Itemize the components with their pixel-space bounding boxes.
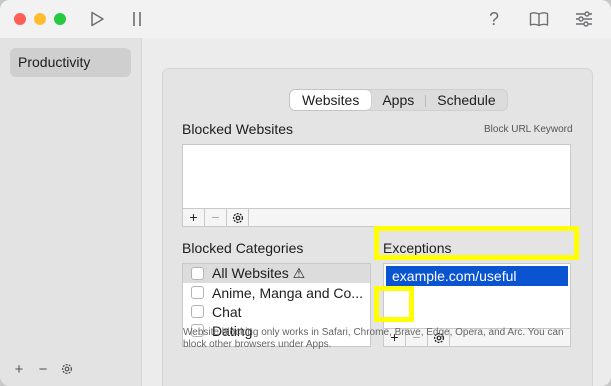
category-checkbox[interactable] xyxy=(191,305,204,318)
gear-icon[interactable] xyxy=(227,209,249,226)
pause-icon[interactable] xyxy=(126,8,148,30)
category-label: Chat xyxy=(212,303,242,320)
blocked-websites-title: Blocked Websites xyxy=(182,121,294,137)
category-row[interactable]: Anime, Manga and Co... xyxy=(183,283,370,302)
sidebar: Productivity + − xyxy=(0,38,142,386)
add-website-button[interactable]: + xyxy=(183,209,205,226)
block-url-keyword-link[interactable]: Block URL Keyword xyxy=(484,124,573,135)
book-icon[interactable] xyxy=(528,8,550,30)
sliders-icon[interactable] xyxy=(573,8,595,30)
remove-profile-button[interactable]: − xyxy=(36,362,50,378)
tab-websites[interactable]: Websites xyxy=(290,90,372,110)
tab-apps[interactable]: Apps xyxy=(371,90,425,110)
category-label: All Websites ⚠ xyxy=(212,265,306,281)
category-checkbox[interactable] xyxy=(191,267,204,280)
remove-website-button[interactable]: − xyxy=(205,209,227,226)
zoom-window-button[interactable] xyxy=(54,13,66,25)
highlight-exception-entry xyxy=(374,226,579,260)
category-row[interactable]: All Websites ⚠ xyxy=(183,264,370,283)
close-window-button[interactable] xyxy=(14,13,26,25)
blocked-categories-title: Blocked Categories xyxy=(182,240,304,256)
category-checkbox[interactable] xyxy=(191,286,204,299)
tab-schedule[interactable]: Schedule xyxy=(426,90,506,110)
tab-bar: Websites Apps Schedule xyxy=(289,89,508,111)
browser-support-note: Website blocking only works in Safari, C… xyxy=(183,327,564,350)
sidebar-toolbar: + − xyxy=(12,362,74,378)
main-content: Websites Apps Schedule Blocked Websites … xyxy=(143,38,611,386)
sidebar-item-productivity[interactable]: Productivity xyxy=(10,48,131,77)
exception-row-selected[interactable]: example.com/useful xyxy=(386,266,568,286)
blocked-websites-toolbar: + − xyxy=(183,208,570,226)
add-profile-button[interactable]: + xyxy=(12,362,26,378)
blocked-websites-list[interactable]: + − xyxy=(182,144,571,227)
minimize-window-button[interactable] xyxy=(34,13,46,25)
category-row[interactable]: Chat xyxy=(183,302,370,321)
gear-icon[interactable] xyxy=(60,362,74,378)
play-icon[interactable] xyxy=(86,8,108,30)
category-label: Anime, Manga and Co... xyxy=(212,284,363,301)
app-window: ? Productivity + − Websites Apps Schedul… xyxy=(0,0,611,386)
title-bar: ? xyxy=(0,0,611,38)
highlight-add-exception-button xyxy=(374,286,414,322)
help-icon[interactable]: ? xyxy=(483,8,505,30)
